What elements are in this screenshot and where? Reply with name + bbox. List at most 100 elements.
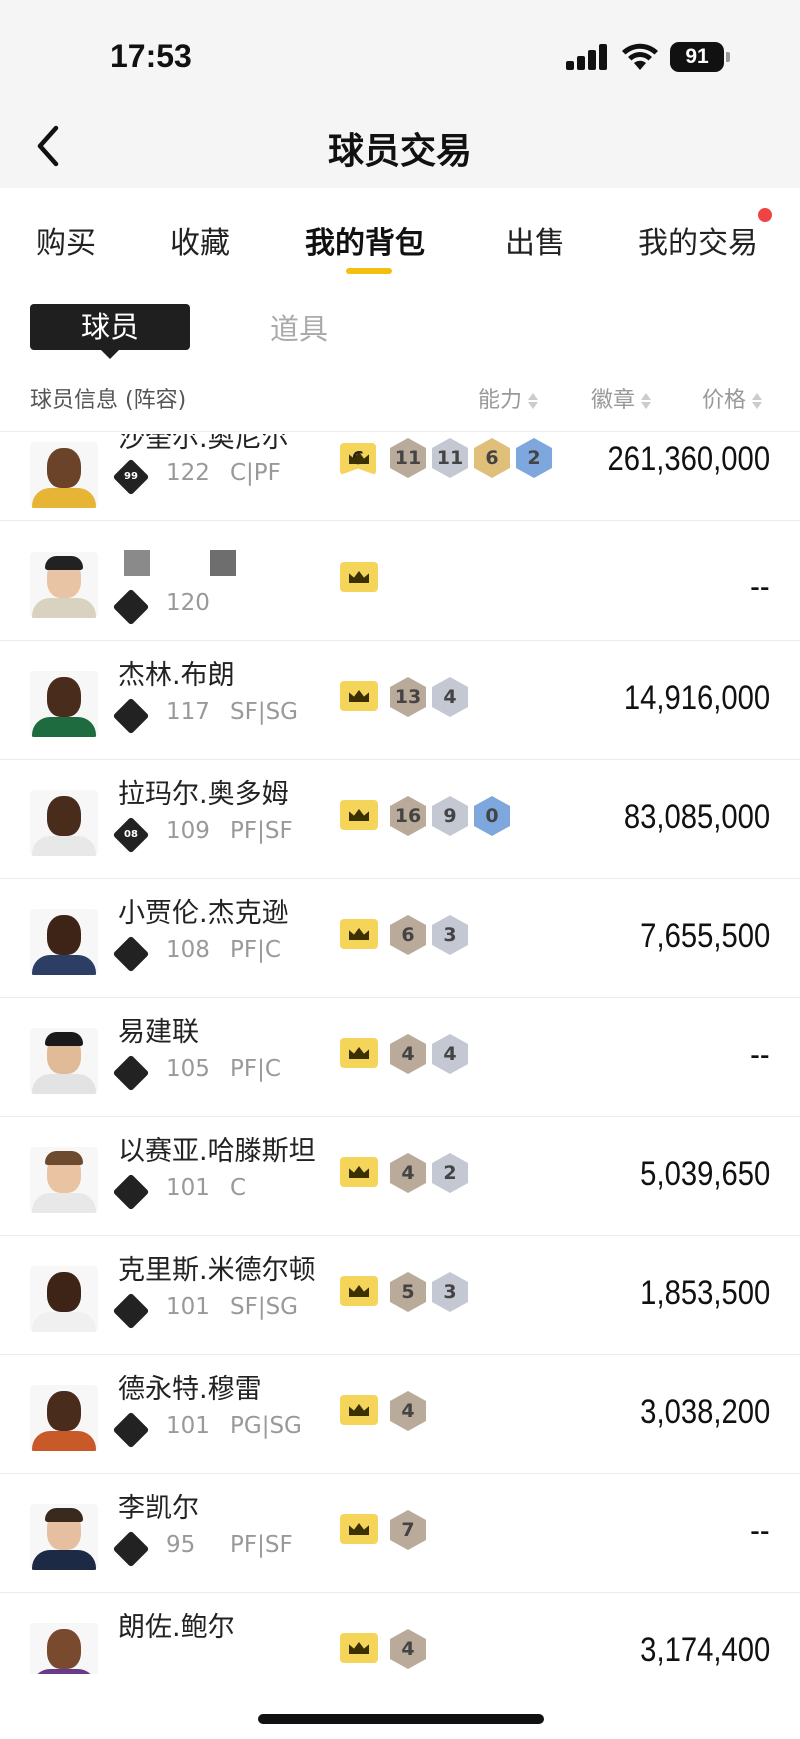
crown-icon <box>340 919 378 949</box>
player-avatar <box>30 1028 98 1094</box>
player-price: 3,038,200 <box>639 1393 770 1431</box>
player-avatar <box>30 790 98 856</box>
tab-favorites[interactable]: 收藏 <box>170 218 230 262</box>
player-level-icon <box>112 1530 150 1568</box>
badge-hof: 2 <box>516 438 552 478</box>
player-level-icon: 99 <box>112 458 150 496</box>
player-name: 杰林.布朗 <box>118 660 235 691</box>
player-name: 朗佐.鲍尔 <box>118 1612 235 1643</box>
page-title: 球员交易 <box>327 131 472 172</box>
player-row[interactable]: 拉玛尔.奥多姆 08 109 PF|SF 16 9 0 83,085,000 <box>0 760 800 879</box>
player-row[interactable]: 沙奎尔.奥尼尔 99 122 C|PF 6 11 11 6 2 261,360,… <box>0 434 800 521</box>
player-avatar <box>30 552 98 618</box>
status-time: 17:53 <box>110 38 192 74</box>
subtab-pointer <box>100 349 120 359</box>
player-rating: 108 <box>166 937 210 963</box>
crown-icon <box>340 681 378 711</box>
player-row[interactable]: 以赛亚.哈滕斯坦 101 C 4 2 5,039,650 <box>0 1117 800 1236</box>
sort-by-price[interactable]: 价格 <box>702 382 763 414</box>
badge-bronze: 6 <box>390 915 426 955</box>
player-price: 7,655,500 <box>639 917 770 955</box>
tab-my-backpack[interactable]: 我的背包 <box>305 218 425 262</box>
badge-silver: 4 <box>432 1034 468 1074</box>
tab-buy[interactable]: 购买 <box>36 218 96 262</box>
player-price: 261,360,000 <box>607 440 770 478</box>
home-indicator[interactable] <box>258 1714 544 1724</box>
wifi-icon <box>622 43 658 70</box>
player-list: 沙奎尔.奥尼尔 99 122 C|PF 6 11 11 6 2 261,360,… <box>0 434 800 1674</box>
player-rating: 105 <box>166 1056 210 1082</box>
badge-bronze: 4 <box>390 1153 426 1193</box>
player-row[interactable]: 易建联 105 PF|C 4 4 -- <box>0 998 800 1117</box>
subtab-players[interactable]: 球员 <box>30 304 190 350</box>
navigation-bar: 球员交易 <box>0 108 800 188</box>
badge-bronze: 4 <box>390 1391 426 1431</box>
tab-sell[interactable]: 出售 <box>505 218 565 262</box>
player-avatar <box>30 1266 98 1332</box>
header-badge-label: 徽章 <box>591 388 636 413</box>
badge-silver: 2 <box>432 1153 468 1193</box>
crown-icon <box>340 1514 378 1544</box>
header-player-info: 球员信息 (阵容) <box>30 388 187 413</box>
player-price: -- <box>750 1036 770 1074</box>
status-bar: 17:53 91 <box>0 0 800 108</box>
player-name: 克里斯.米德尔顿 <box>118 1255 316 1286</box>
badge-silver: 3 <box>432 1272 468 1312</box>
badge-silver: 3 <box>432 915 468 955</box>
crown-icon <box>340 1038 378 1068</box>
player-position: PF|SF <box>230 818 293 844</box>
player-position: C <box>230 1175 247 1201</box>
sort-by-badge[interactable]: 徽章 <box>591 382 652 414</box>
player-name: 李凯尔 <box>118 1493 199 1524</box>
player-rating: 101 <box>166 1413 210 1439</box>
active-tab-indicator <box>346 268 392 274</box>
sort-arrows-icon <box>641 391 652 411</box>
player-row[interactable]: 朗佐.鲍尔 4 3,174,400 <box>0 1593 800 1674</box>
player-avatar <box>30 671 98 737</box>
player-row[interactable]: 杰林.布朗 117 SF|SG 13 4 14,916,000 <box>0 641 800 760</box>
player-rating: 122 <box>166 460 210 486</box>
main-tab-bar: 购买 收藏 我的背包 出售 我的交易 <box>0 188 800 288</box>
player-price: 5,039,650 <box>639 1155 770 1193</box>
player-position: SF|SG <box>230 1294 299 1320</box>
level-badge: 6 <box>340 443 376 475</box>
player-avatar <box>30 1623 98 1674</box>
player-rating: 117 <box>166 699 210 725</box>
battery-level: 91 <box>670 42 724 72</box>
badge-bronze: 5 <box>390 1272 426 1312</box>
badge-silver: 9 <box>432 796 468 836</box>
player-name: 德永特.穆雷 <box>118 1374 262 1405</box>
player-position: PF|C <box>230 1056 281 1082</box>
player-level-icon <box>112 935 150 973</box>
crown-icon <box>340 1395 378 1425</box>
player-rating: 101 <box>166 1294 210 1320</box>
player-rating: 101 <box>166 1175 210 1201</box>
player-row[interactable]: 李凯尔 95 PF|SF 7 -- <box>0 1474 800 1593</box>
tab-my-trades[interactable]: 我的交易 <box>638 218 758 262</box>
sort-arrows-icon <box>528 391 539 411</box>
censored-name-block <box>210 550 236 576</box>
player-price: -- <box>750 568 770 606</box>
crown-icon <box>340 800 378 830</box>
sort-by-ability[interactable]: 能力 <box>478 382 539 414</box>
player-position: PF|SF <box>230 1532 293 1558</box>
player-level-icon: 08 <box>112 816 150 854</box>
badge-gold: 6 <box>474 438 510 478</box>
player-row[interactable]: 克里斯.米德尔顿 101 SF|SG 5 3 1,853,500 <box>0 1236 800 1355</box>
badge-hof: 0 <box>474 796 510 836</box>
player-position: C|PF <box>230 460 281 486</box>
player-row[interactable]: 德永特.穆雷 101 PG|SG 4 3,038,200 <box>0 1355 800 1474</box>
player-name: 以赛亚.哈滕斯坦 <box>118 1136 316 1167</box>
header-price-label: 价格 <box>702 388 747 413</box>
player-position: PG|SG <box>230 1413 302 1439</box>
notification-dot <box>758 208 772 222</box>
crown-icon <box>340 1633 378 1663</box>
player-row[interactable]: 120 -- <box>0 522 800 641</box>
badge-bronze: 13 <box>390 677 426 717</box>
player-rating: 109 <box>166 818 210 844</box>
player-level-icon <box>112 697 150 735</box>
player-name: 拉玛尔.奥多姆 <box>118 779 289 810</box>
censored-name-block <box>124 550 150 576</box>
player-row[interactable]: 小贾伦.杰克逊 108 PF|C 6 3 7,655,500 <box>0 879 800 998</box>
subtab-items[interactable]: 道具 <box>270 306 328 348</box>
